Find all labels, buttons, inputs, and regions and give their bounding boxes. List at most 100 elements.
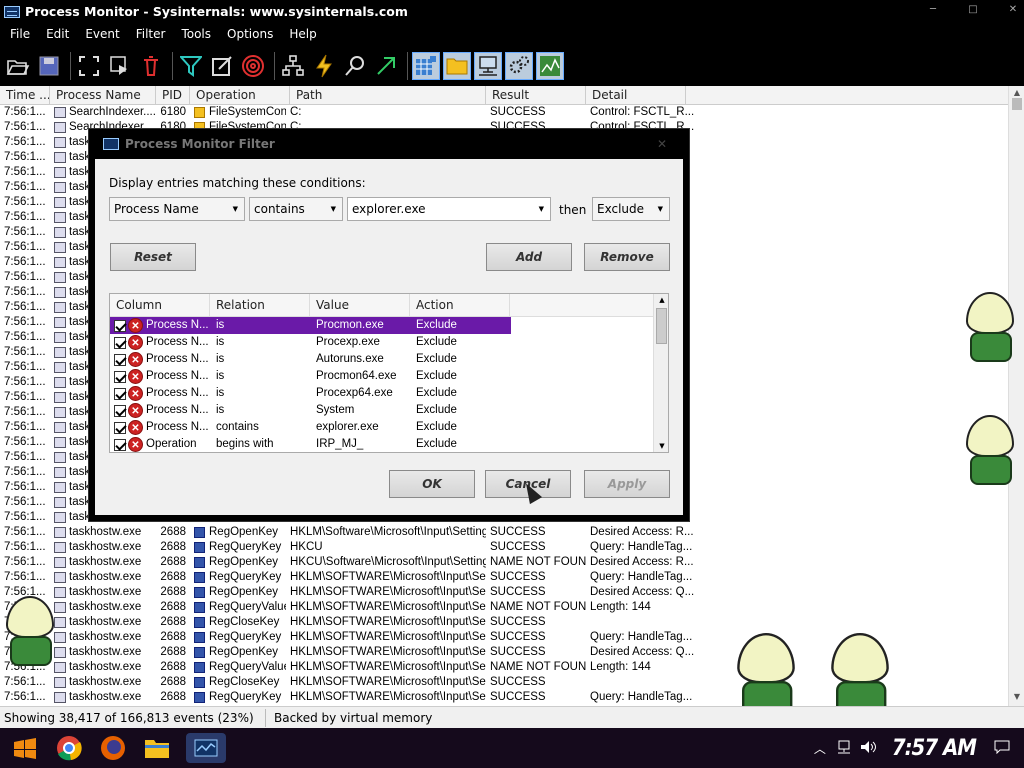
menu-help[interactable]: Help bbox=[281, 27, 324, 41]
col-process-name[interactable]: Process Name bbox=[50, 86, 156, 104]
maximize-button[interactable]: □ bbox=[968, 5, 978, 15]
notification-icon[interactable] bbox=[994, 740, 1010, 757]
network-icon[interactable] bbox=[474, 51, 502, 80]
table-row[interactable]: 7:56:1... taskhostw.exe 2688 RegQueryKey HKL… bbox=[0, 570, 1008, 585]
cell-time: 7:56:1... bbox=[4, 406, 46, 418]
close-button[interactable]: ✕ bbox=[1008, 5, 1018, 15]
menu-options[interactable]: Options bbox=[219, 27, 281, 41]
filter-row[interactable]: ✕ Process N... contains explorer.exe Exclude bbox=[110, 419, 668, 436]
cell-result: SUCCESS bbox=[490, 676, 546, 688]
filter-enabled-checkbox[interactable] bbox=[114, 404, 126, 417]
menu-edit[interactable]: Edit bbox=[38, 27, 77, 41]
scroll-down-arrow[interactable]: ▼ bbox=[1009, 692, 1024, 704]
menu-filter[interactable]: Filter bbox=[128, 27, 174, 41]
autoscroll-icon[interactable] bbox=[75, 52, 103, 80]
ok-button[interactable]: OK bbox=[389, 470, 475, 498]
menu-file[interactable]: File bbox=[2, 27, 38, 41]
filter-row[interactable]: ✕ Process N... is Procexp.exe Exclude bbox=[110, 334, 668, 351]
add-button[interactable]: Add bbox=[486, 243, 572, 271]
clear-icon[interactable] bbox=[106, 52, 134, 80]
event-list-scrollbar[interactable]: ▲ ▼ bbox=[1008, 86, 1024, 706]
col-operation[interactable]: Operation bbox=[190, 86, 290, 104]
scroll-thumb[interactable] bbox=[1012, 98, 1022, 110]
scroll-down-arrow[interactable]: ▼ bbox=[654, 442, 668, 450]
filter-row[interactable]: ✕ Operation begins with IRP_MJ_ Exclude bbox=[110, 436, 668, 452]
filter-list-scrollbar[interactable]: ▲ ▼ bbox=[653, 294, 668, 452]
volume-icon[interactable] bbox=[860, 740, 878, 757]
filter-enabled-checkbox[interactable] bbox=[114, 370, 126, 383]
chevron-up-icon[interactable]: ︿ bbox=[814, 740, 826, 757]
dialog-close-icon[interactable]: ✕ bbox=[657, 137, 667, 151]
network-tray-icon[interactable] bbox=[836, 740, 852, 757]
open-icon[interactable] bbox=[4, 52, 32, 80]
filter-enabled-checkbox[interactable] bbox=[114, 353, 126, 366]
remove-button[interactable]: Remove bbox=[584, 243, 670, 271]
table-row[interactable]: 7:56:1... SearchIndexer.... 6180 FileSystem… bbox=[0, 105, 1008, 120]
filter-enabled-checkbox[interactable] bbox=[114, 336, 126, 349]
filter-icon[interactable] bbox=[177, 52, 205, 80]
highlight-icon[interactable] bbox=[208, 52, 236, 80]
action-select[interactable]: Exclude ▼ bbox=[592, 197, 670, 221]
firefox-icon[interactable] bbox=[98, 733, 128, 763]
table-row[interactable]: 7:56:1...taskhostw.exe2688RegOpenKeyHKLM… bbox=[0, 585, 1008, 600]
filter-row[interactable]: ✕ Process N... is Autoruns.exe Exclude bbox=[110, 351, 668, 368]
filter-col-column[interactable]: Column bbox=[110, 294, 210, 316]
filter-enabled-checkbox[interactable] bbox=[114, 438, 126, 451]
chrome-icon[interactable] bbox=[54, 733, 84, 763]
filter-column-text: Process N... bbox=[146, 387, 209, 399]
menu-tools[interactable]: Tools bbox=[173, 27, 219, 41]
scroll-thumb[interactable] bbox=[656, 308, 667, 344]
filter-col-relation[interactable]: Relation bbox=[210, 294, 310, 316]
filter-row[interactable]: ✕ Process N... is Procexp64.exe Exclude bbox=[110, 385, 668, 402]
column-select[interactable]: Process Name ▼ bbox=[109, 197, 245, 221]
cell-pid: 2688 bbox=[160, 586, 186, 598]
table-row[interactable]: 7:56:1...taskhostw.exe2688RegQueryValueH… bbox=[0, 600, 1008, 615]
find-icon[interactable] bbox=[341, 52, 369, 80]
start-icon[interactable] bbox=[10, 733, 40, 763]
table-row[interactable]: 7:56:1... taskhostw.exe 2688 RegOpenKey HKCU… bbox=[0, 555, 1008, 570]
table-row[interactable]: 7:56:1...taskhostw.exe2688RegCloseKeyHKL… bbox=[0, 615, 1008, 630]
filter-dialog-titlebar[interactable]: Process Monitor Filter ✕ bbox=[89, 129, 689, 159]
col-path[interactable]: Path bbox=[290, 86, 486, 104]
profiling-icon[interactable] bbox=[536, 51, 564, 80]
tree-icon[interactable] bbox=[279, 52, 307, 80]
filter-column-text: Process N... bbox=[146, 336, 209, 348]
col-result[interactable]: Result bbox=[486, 86, 586, 104]
filesystem-icon[interactable] bbox=[443, 51, 471, 80]
process-icon[interactable] bbox=[505, 51, 533, 80]
target-icon[interactable] bbox=[239, 52, 267, 80]
procmon-taskbar-icon[interactable] bbox=[186, 733, 226, 763]
cell-result: SUCCESS bbox=[490, 526, 546, 538]
save-icon[interactable] bbox=[35, 52, 63, 80]
exclude-icon: ✕ bbox=[128, 352, 143, 367]
delete-icon[interactable] bbox=[137, 52, 165, 80]
capture-events-icon[interactable] bbox=[310, 52, 338, 80]
minimize-button[interactable]: ─ bbox=[928, 5, 938, 15]
file-explorer-icon[interactable] bbox=[142, 733, 172, 763]
col-pid[interactable]: PID bbox=[156, 86, 190, 104]
apply-button[interactable]: Apply bbox=[584, 470, 670, 498]
filter-enabled-checkbox[interactable] bbox=[114, 421, 126, 434]
filter-col-action[interactable]: Action bbox=[410, 294, 510, 316]
cell-path: C: bbox=[290, 106, 302, 118]
scroll-up-arrow[interactable]: ▲ bbox=[654, 296, 668, 304]
filter-col-value[interactable]: Value bbox=[310, 294, 410, 316]
reset-button[interactable]: Reset bbox=[110, 243, 196, 271]
filter-enabled-checkbox[interactable] bbox=[114, 319, 126, 332]
filter-row[interactable]: ✕ Process N... is Procmon.exe Exclude bbox=[110, 317, 511, 334]
value-input[interactable]: explorer.exe ▼ bbox=[347, 197, 551, 221]
relation-select[interactable]: contains ▼ bbox=[249, 197, 343, 221]
col-detail[interactable]: Detail bbox=[586, 86, 686, 104]
table-row[interactable]: 7:56:1... taskhostw.exe 2688 RegQueryKey HKC… bbox=[0, 540, 1008, 555]
filter-row[interactable]: ✕ Process N... is Procmon64.exe Exclude bbox=[110, 368, 668, 385]
title-bar[interactable]: Process Monitor - Sysinternals: www.sysi… bbox=[0, 0, 1024, 23]
clock[interactable]: 7:57 AM bbox=[892, 736, 977, 761]
filter-list[interactable]: Column Relation Value Action ✕ Process N.… bbox=[109, 293, 669, 453]
menu-event[interactable]: Event bbox=[77, 27, 127, 41]
registry-icon[interactable] bbox=[412, 51, 440, 80]
filter-row[interactable]: ✕ Process N... is System Exclude bbox=[110, 402, 668, 419]
table-row[interactable]: 7:56:1...taskhostw.exe2688RegOpenKeyHKLM… bbox=[0, 525, 1008, 540]
filter-enabled-checkbox[interactable] bbox=[114, 387, 126, 400]
jump-icon[interactable] bbox=[372, 52, 400, 80]
col-time[interactable]: Time ... bbox=[0, 86, 50, 104]
